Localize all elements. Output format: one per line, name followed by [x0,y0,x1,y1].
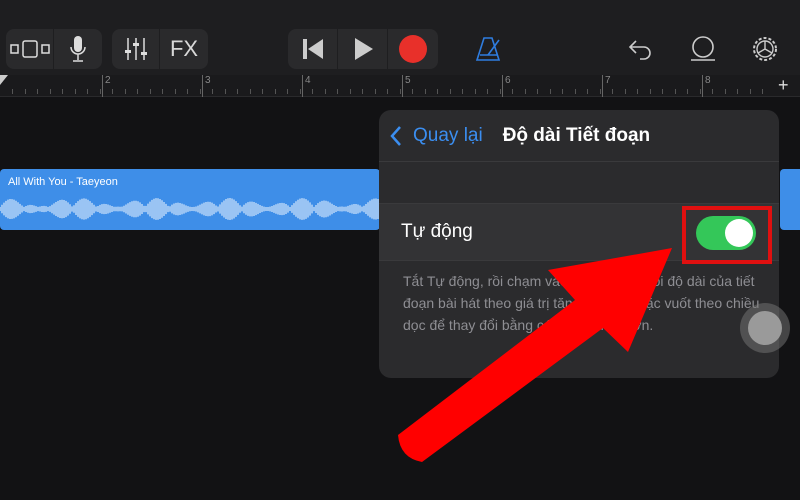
annotation-arrow [398,248,672,462]
